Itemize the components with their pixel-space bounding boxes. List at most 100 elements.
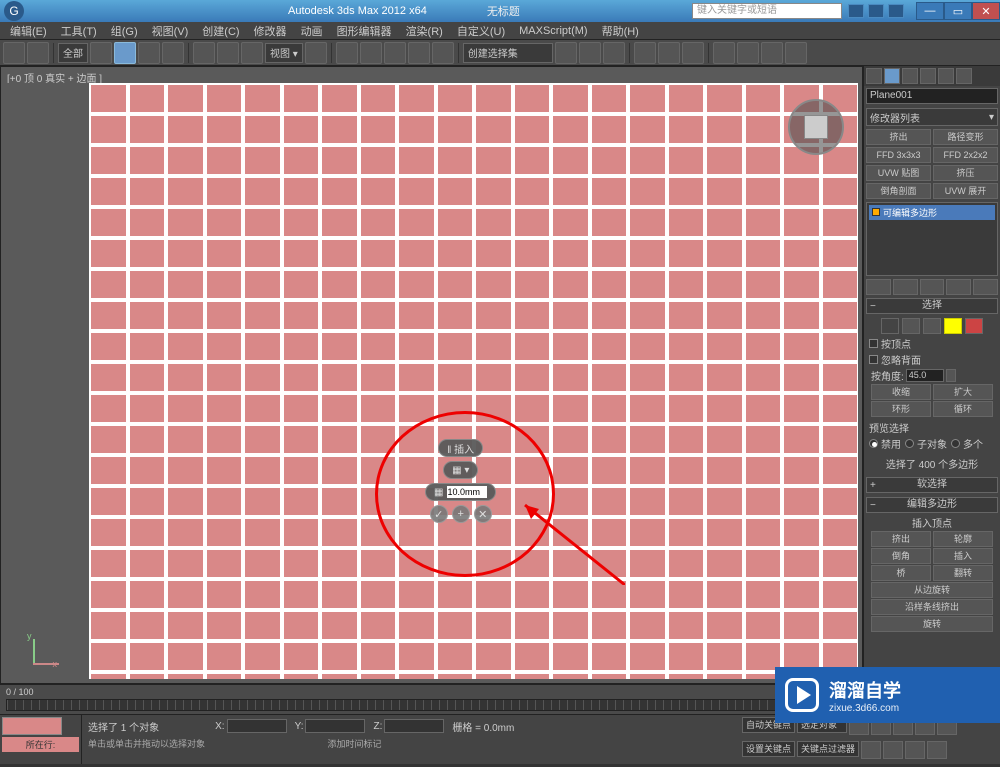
nav-max-icon[interactable] xyxy=(927,741,947,759)
snap-toggle-button[interactable] xyxy=(360,42,382,64)
ignoreback-checkbox[interactable] xyxy=(869,355,878,364)
subobj-polygon-icon[interactable] xyxy=(944,318,962,334)
caddy-apply-button[interactable]: + xyxy=(452,505,470,523)
add-time-tag[interactable]: 添加时间标记 xyxy=(328,739,382,749)
ref-coord-dropdown[interactable]: 视图 ▾ xyxy=(265,43,303,63)
menu-animation[interactable]: 动画 xyxy=(295,23,329,39)
modify-tab-icon[interactable] xyxy=(884,68,900,84)
menu-group[interactable]: 组(G) xyxy=(105,23,144,39)
menu-maxscript[interactable]: MAXScript(M) xyxy=(513,25,593,37)
display-tab-icon[interactable] xyxy=(938,68,954,84)
render-setup-button[interactable] xyxy=(713,42,735,64)
caddy-ok-button[interactable]: ✓ xyxy=(430,505,448,523)
ep-hinge-button[interactable]: 从边旋转 xyxy=(871,582,993,598)
window-crossing-button[interactable] xyxy=(162,42,184,64)
mod-btn-squeeze[interactable]: 挤压 xyxy=(933,165,998,181)
nav-orbit-icon[interactable] xyxy=(905,741,925,759)
mod-btn-ffd333[interactable]: FFD 3x3x3 xyxy=(866,147,931,163)
stack-show-icon[interactable] xyxy=(893,279,918,295)
menu-rendering[interactable]: 渲染(R) xyxy=(400,23,449,39)
coord-x-field[interactable] xyxy=(227,719,287,733)
named-selection-sets[interactable]: 创建选择集 xyxy=(463,43,553,63)
menu-views[interactable]: 视图(V) xyxy=(146,23,195,39)
object-name-field[interactable]: Plane001 xyxy=(866,88,998,104)
stack-remove-icon[interactable] xyxy=(946,279,971,295)
subobj-element-icon[interactable] xyxy=(965,318,983,334)
rollout-editpoly[interactable]: −编辑多边形 xyxy=(866,497,998,513)
nav-zoom-icon[interactable] xyxy=(883,741,903,759)
stack-pin-icon[interactable] xyxy=(866,279,891,295)
byvertex-checkbox[interactable] xyxy=(869,339,878,348)
ep-outline-button[interactable]: 轮廓 xyxy=(933,531,993,547)
ring-button[interactable]: 环形 xyxy=(871,401,931,417)
mod-btn-bevelprofile[interactable]: 倒角剖面 xyxy=(866,183,931,199)
ep-spline-extrude-button[interactable]: 沿样条线挤出 xyxy=(871,599,993,615)
preview-subobj-radio[interactable] xyxy=(905,439,914,448)
time-track[interactable] xyxy=(6,699,860,711)
preview-multi-radio[interactable] xyxy=(951,439,960,448)
infocenter-icon[interactable] xyxy=(848,4,864,18)
caddy-cancel-button[interactable]: ✕ xyxy=(474,505,492,523)
stack-config-icon[interactable] xyxy=(973,279,998,295)
undo-button[interactable] xyxy=(3,42,25,64)
subobj-border-icon[interactable] xyxy=(923,318,941,334)
coord-z-field[interactable] xyxy=(384,719,444,733)
pivot-button[interactable] xyxy=(305,42,327,64)
modifier-stack[interactable]: 可编辑多边形 xyxy=(866,202,998,276)
percent-snap-button[interactable] xyxy=(408,42,430,64)
ep-bevel-button[interactable]: 倒角 xyxy=(871,548,931,564)
caddy-amount-row[interactable]: ▦ xyxy=(425,483,496,501)
search-input[interactable]: 键入关键字或短语 xyxy=(692,3,842,19)
mirror-button[interactable] xyxy=(555,42,577,64)
teapot-icon[interactable] xyxy=(785,42,807,64)
mod-btn-pathdeform[interactable]: 路径变形 xyxy=(933,129,998,145)
rotate-button[interactable] xyxy=(217,42,239,64)
ep-extrude-button[interactable]: 挤出 xyxy=(871,531,931,547)
viewcube[interactable] xyxy=(788,99,844,155)
move-button[interactable] xyxy=(193,42,215,64)
menu-customize[interactable]: 自定义(U) xyxy=(451,23,511,39)
utilities-tab-icon[interactable] xyxy=(956,68,972,84)
preview-disable-radio[interactable] xyxy=(869,439,878,448)
rollout-selection[interactable]: −选择 xyxy=(866,298,998,314)
viewcube-face[interactable] xyxy=(804,115,828,139)
mod-btn-uvwmap[interactable]: UVW 贴图 xyxy=(866,165,931,181)
maximize-button[interactable]: ▭ xyxy=(944,2,972,20)
angle-snap-button[interactable] xyxy=(384,42,406,64)
subobj-vertex-icon[interactable] xyxy=(881,318,899,334)
coord-y-field[interactable] xyxy=(305,719,365,733)
material-swatch[interactable] xyxy=(2,717,62,735)
close-button[interactable]: ✕ xyxy=(972,2,1000,20)
stack-editable-poly[interactable]: 可编辑多边形 xyxy=(869,205,995,220)
motion-tab-icon[interactable] xyxy=(920,68,936,84)
select-region-button[interactable] xyxy=(138,42,160,64)
help-icon[interactable] xyxy=(888,4,904,18)
mod-btn-uvwunwrap[interactable]: UVW 展开 xyxy=(933,183,998,199)
curve-editor-button[interactable] xyxy=(634,42,656,64)
nav-pan-icon[interactable] xyxy=(861,741,881,759)
grow-button[interactable]: 扩大 xyxy=(933,384,993,400)
hierarchy-tab-icon[interactable] xyxy=(902,68,918,84)
redo-button[interactable] xyxy=(27,42,49,64)
rollout-softselection[interactable]: +软选择 xyxy=(866,477,998,493)
ep-inset-button[interactable]: 插入 xyxy=(933,548,993,564)
shrink-button[interactable]: 收缩 xyxy=(871,384,931,400)
scale-button[interactable] xyxy=(241,42,263,64)
plane-object[interactable] xyxy=(89,83,858,679)
ep-bridge-button[interactable]: 桥 xyxy=(871,565,931,581)
menu-create[interactable]: 创建(C) xyxy=(196,23,245,39)
menu-grapheditors[interactable]: 图形编辑器 xyxy=(331,23,398,39)
layers-button[interactable] xyxy=(603,42,625,64)
ep-flip-button[interactable]: 翻转 xyxy=(933,565,993,581)
spinner-snap-button[interactable] xyxy=(432,42,454,64)
stack-unique-icon[interactable] xyxy=(920,279,945,295)
material-editor-button[interactable] xyxy=(682,42,704,64)
select-button[interactable] xyxy=(90,42,112,64)
menu-help[interactable]: 帮助(H) xyxy=(596,23,645,39)
setkey-button[interactable]: 设置关键点 xyxy=(742,741,795,757)
keyfilters-button[interactable]: 关键点过滤器 xyxy=(797,741,859,757)
selection-filter[interactable]: 全部 xyxy=(58,43,88,63)
create-tab-icon[interactable] xyxy=(866,68,882,84)
byangle-spinner[interactable] xyxy=(946,369,956,382)
inset-caddy[interactable]: ‖ 插入 ▦ ▾ ▦ ✓ + ✕ xyxy=(425,439,496,523)
